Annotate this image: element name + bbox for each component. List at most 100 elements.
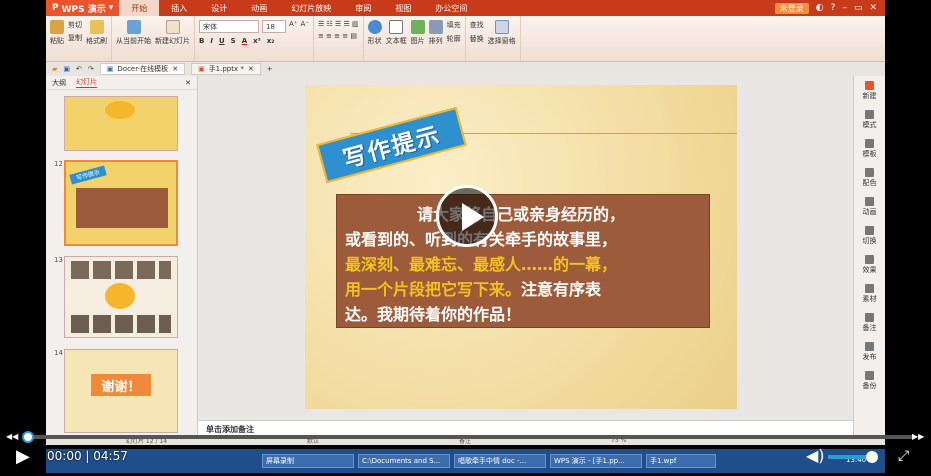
task-transition[interactable]: 切换 bbox=[854, 221, 885, 250]
shadow-icon[interactable]: S bbox=[231, 37, 236, 45]
slide-thumbnail-11[interactable] bbox=[64, 96, 178, 151]
task-template[interactable]: 模板 bbox=[854, 134, 885, 163]
italic-icon[interactable]: I bbox=[210, 37, 213, 45]
close-icon[interactable]: ✕ bbox=[869, 3, 877, 13]
tab-review[interactable]: 审阅 bbox=[343, 0, 383, 16]
taskbar-item-wps[interactable]: WPS 演示 - [手1.pp... bbox=[550, 454, 642, 468]
tab-home[interactable]: 开始 bbox=[119, 0, 160, 16]
copy-button[interactable]: 复制 bbox=[68, 33, 82, 43]
font-name-select[interactable]: 宋体 bbox=[199, 20, 259, 33]
tab-docer-templates[interactable]: ▣ Docer-在线模板 ✕ bbox=[99, 63, 186, 75]
font-color-icon[interactable]: A bbox=[242, 37, 247, 45]
taskbar-item-doc[interactable]: 唱歌牵手中情 doc -... bbox=[454, 454, 546, 468]
select-pane-button[interactable]: 选择窗格 bbox=[488, 20, 516, 46]
tab-view[interactable]: 视图 bbox=[383, 0, 423, 16]
close-icon[interactable]: ✕ bbox=[185, 79, 191, 87]
taskbar-item-explorer[interactable]: C:\Documents and S... bbox=[358, 454, 450, 468]
task-animation[interactable]: 动画 bbox=[854, 192, 885, 221]
shape-button[interactable]: 形状 bbox=[367, 20, 382, 46]
task-publish[interactable]: 发布 bbox=[854, 337, 885, 366]
textbox-button[interactable]: 文本框 bbox=[386, 20, 407, 46]
progress-knob[interactable] bbox=[22, 431, 34, 443]
task-notes[interactable]: 备注 bbox=[854, 308, 885, 337]
save-icon[interactable]: ▣ bbox=[63, 65, 70, 73]
doctab-label: Docer-在线模板 bbox=[117, 65, 169, 73]
find-replace: 查找 替换 bbox=[470, 20, 484, 44]
tab-office-space[interactable]: 办公空间 bbox=[423, 0, 479, 16]
underline-icon[interactable]: U bbox=[219, 37, 225, 45]
task-backup[interactable]: 备份 bbox=[854, 366, 885, 395]
task-new[interactable]: 新建 bbox=[854, 76, 885, 105]
fullscreen-icon[interactable]: ⤢ bbox=[898, 448, 909, 464]
fast-forward-icon[interactable]: ▶▶ bbox=[912, 432, 924, 441]
redo-icon[interactable]: ↷ bbox=[88, 65, 94, 73]
font-size-select[interactable]: 18 bbox=[262, 20, 286, 33]
cut-button[interactable]: 剪切 bbox=[68, 20, 82, 30]
format-painter-button[interactable]: 格式刷 bbox=[86, 20, 107, 46]
add-tab-icon[interactable]: + bbox=[267, 65, 273, 73]
play-icon[interactable]: ▶ bbox=[16, 446, 30, 467]
video-play-button[interactable] bbox=[436, 185, 498, 247]
task-effect[interactable]: 效果 bbox=[854, 250, 885, 279]
arrange-button[interactable]: 排列 bbox=[428, 20, 443, 46]
tab-slides[interactable]: 幻灯片 bbox=[76, 77, 97, 88]
thumb-textbox bbox=[76, 188, 168, 228]
notes-pane[interactable]: 单击添加备注 bbox=[198, 420, 853, 436]
shrink-font-icon[interactable]: A⁻ bbox=[300, 20, 308, 33]
folder-icon[interactable]: ▰ bbox=[52, 65, 57, 73]
bold-icon[interactable]: B bbox=[199, 37, 204, 45]
maximize-icon[interactable]: ▭ bbox=[854, 3, 863, 13]
skin-icon[interactable]: ◐ bbox=[816, 3, 824, 13]
task-material[interactable]: 素材 bbox=[854, 279, 885, 308]
list-icons[interactable]: ☰ ☷ ☰ ☰ ▥ bbox=[318, 20, 359, 28]
find-button[interactable]: 查找 bbox=[470, 20, 484, 30]
tab-outline[interactable]: 大纲 bbox=[52, 78, 66, 88]
play-icon bbox=[462, 203, 484, 231]
windows-taskbar: 屏幕录制 C:\Documents and S... 唱歌牵手中情 doc -.… bbox=[46, 449, 885, 473]
from-current-button[interactable]: 从当前开始 bbox=[116, 20, 151, 46]
tab-slideshow[interactable]: 幻灯片放映 bbox=[279, 0, 343, 16]
close-icon[interactable]: ✕ bbox=[248, 65, 254, 73]
help-icon[interactable]: ? bbox=[831, 3, 836, 13]
superscript-icon[interactable]: x² bbox=[253, 37, 261, 45]
task-label: 模式 bbox=[862, 120, 877, 129]
slide-badge[interactable]: 写作提示 bbox=[316, 106, 467, 184]
align-icons[interactable]: ≡ ≡ ≡ ≡ ▤ bbox=[318, 32, 357, 40]
slide-thumbnail-13[interactable] bbox=[64, 256, 178, 338]
tab-design[interactable]: 设计 bbox=[199, 0, 239, 16]
from-current-label: 从当前开始 bbox=[116, 37, 151, 45]
picture-button[interactable]: 图片 bbox=[410, 20, 425, 46]
fill-button[interactable]: 填充 bbox=[447, 20, 461, 30]
task-label: 备份 bbox=[862, 381, 877, 390]
taskbar-item-recorder[interactable]: 屏幕录制 bbox=[262, 454, 354, 468]
task-label: 发布 bbox=[862, 352, 877, 361]
grow-font-icon[interactable]: A⁺ bbox=[289, 20, 297, 33]
paste-button[interactable]: 粘贴 bbox=[50, 20, 64, 46]
task-color[interactable]: 配色 bbox=[854, 163, 885, 192]
tab-insert[interactable]: 插入 bbox=[159, 0, 199, 16]
taskbar-item-wpf[interactable]: 手1.wpf bbox=[646, 454, 716, 468]
thumb-badge: 写作提示 bbox=[69, 165, 107, 185]
text-line: 达。我期待着你的作品！ bbox=[345, 305, 522, 324]
doctab-label: 手1.pptx * bbox=[208, 65, 244, 73]
replace-button[interactable]: 替换 bbox=[470, 34, 484, 44]
new-slide-button[interactable]: 新建幻灯片 bbox=[155, 20, 190, 46]
slide-thumbnail-14[interactable]: 谢谢！ bbox=[64, 349, 178, 433]
outline-button[interactable]: 轮廓 bbox=[447, 34, 461, 44]
tab-animation[interactable]: 动画 bbox=[239, 0, 279, 16]
video-progress-bar[interactable] bbox=[26, 435, 912, 439]
minimize-icon[interactable]: – bbox=[842, 3, 847, 13]
volume-icon[interactable]: ◀) bbox=[806, 446, 825, 465]
task-layout[interactable]: 模式 bbox=[854, 105, 885, 134]
volume-knob[interactable] bbox=[866, 451, 878, 463]
slide-text-box[interactable]: 请大家将自己或亲身经历的， 或看到的、听到的有关牵手的故事里， 最深刻、最难忘、… bbox=[336, 194, 710, 328]
current-slide[interactable]: 写作提示 请大家将自己或亲身经历的， 或看到的、听到的有关牵手的故事里， 最深刻… bbox=[305, 85, 737, 409]
login-badge[interactable]: 未登录 bbox=[774, 2, 809, 14]
undo-icon[interactable]: ↶ bbox=[76, 65, 82, 73]
tab-current-document[interactable]: ▣ 手1.pptx * ✕ bbox=[191, 63, 261, 75]
rewind-icon[interactable]: ◀◀ bbox=[6, 432, 18, 441]
close-icon[interactable]: ✕ bbox=[172, 65, 178, 73]
wps-app-menu[interactable]: P WPS 演示 ▾ bbox=[46, 0, 120, 16]
subscript-icon[interactable]: x₂ bbox=[267, 37, 275, 45]
slide-thumbnail-12[interactable]: 写作提示 bbox=[64, 160, 178, 246]
